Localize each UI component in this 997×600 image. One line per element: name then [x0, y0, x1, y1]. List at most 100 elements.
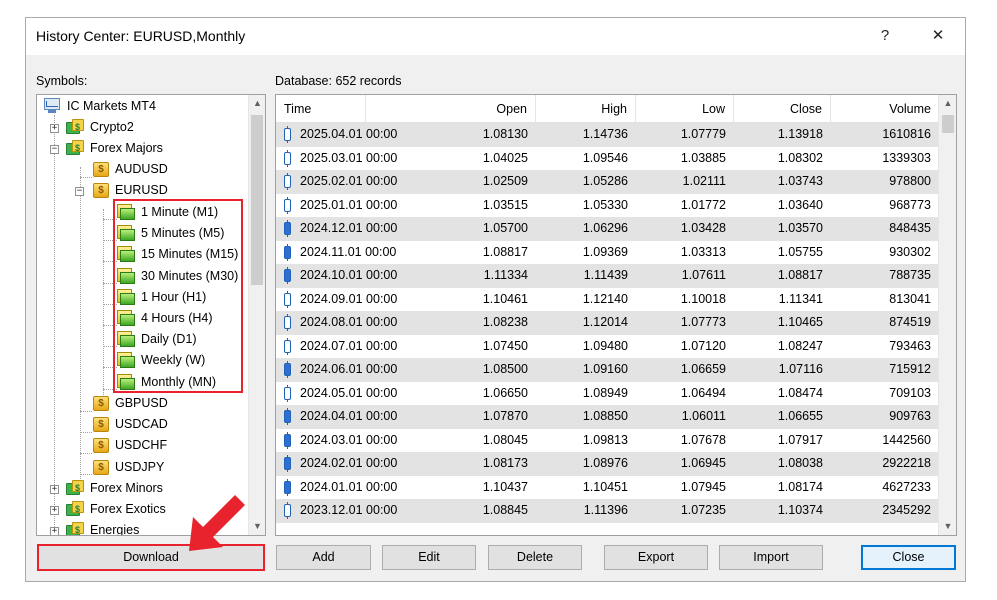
- cell-open: 1.08238: [482, 315, 528, 329]
- tree-group-forex-exotics[interactable]: $ Forex Exotics: [66, 499, 166, 519]
- delete-button[interactable]: Delete: [488, 545, 582, 570]
- expand-crypto2[interactable]: +: [50, 124, 59, 133]
- tree-symbol-eurusd[interactable]: $ EURUSD: [93, 180, 168, 200]
- tree-group-energies[interactable]: $ Energies: [66, 520, 139, 535]
- tree-symbol-gbpusd[interactable]: $ GBPUSD: [93, 393, 168, 413]
- tree-timeframe-h1[interactable]: 1 Hour (H1): [117, 287, 206, 307]
- tree-group-forex-minors[interactable]: $ Forex Minors: [66, 478, 163, 498]
- tree-timeframe-mn[interactable]: Monthly (MN): [117, 372, 216, 392]
- currency-icon: $: [93, 459, 109, 475]
- table-row[interactable]: 2024.11.01 00:00 1.08817 1.09369 1.03313 1.0…: [276, 241, 939, 265]
- tree-group-label: Forex Minors: [90, 481, 163, 495]
- history-table[interactable]: Time Open High Low Close Volume 2025.04.…: [275, 94, 957, 536]
- tree-group-forex-majors[interactable]: $ Forex Majors: [66, 138, 163, 158]
- cell-low: 1.06011: [681, 409, 726, 423]
- cell-low: 1.07945: [680, 479, 726, 494]
- table-row[interactable]: 2024.02.01 00:00 1.08173 1.08976 1.06945 1.0…: [276, 452, 939, 476]
- cell-time: 2024.04.01 00:00: [276, 405, 446, 429]
- cell-open: 1.08045: [482, 432, 528, 447]
- table-row[interactable]: 2024.12.01 00:00 1.05700 1.06296 1.03428 1.0…: [276, 217, 939, 241]
- table-scrollbar[interactable]: ▲ ▼: [938, 95, 956, 535]
- cell-low: 1.03885: [680, 150, 726, 165]
- cell-time: 2024.10.01 00:00: [276, 264, 446, 288]
- table-row[interactable]: 2024.10.01 00:00 1.11334 1.11439 1.07611 1.0…: [276, 264, 939, 288]
- table-row[interactable]: 2024.05.01 00:00 1.06650 1.08949 1.06494 1.0…: [276, 382, 939, 406]
- edit-button[interactable]: Edit: [382, 545, 476, 570]
- tree-timeframe-d1[interactable]: Daily (D1): [117, 329, 197, 349]
- database-label: Database: 652 records: [275, 74, 402, 88]
- tree-timeframe-m1[interactable]: 1 Minute (M1): [117, 202, 218, 222]
- cell-volume: 2922218: [882, 456, 931, 470]
- cell-volume: 715912: [889, 362, 931, 376]
- scroll-thumb[interactable]: [942, 115, 954, 133]
- window-title: History Center: EURUSD,Monthly: [36, 28, 246, 44]
- cell-close: 1.03743: [777, 174, 823, 188]
- cell-high: 1.08976: [582, 456, 628, 470]
- window-close-button[interactable]: ✕: [924, 24, 952, 48]
- bull-candle-icon: [284, 290, 291, 308]
- expand-forex-minors[interactable]: +: [50, 485, 59, 494]
- cell-high: 1.11439: [583, 268, 628, 282]
- close-button[interactable]: Close: [861, 545, 956, 570]
- scroll-up-icon[interactable]: ▲: [249, 95, 265, 112]
- tree-timeframe-m15[interactable]: 15 Minutes (M15): [117, 244, 238, 264]
- cell-time-text: 2025.03.01 00:00: [300, 150, 398, 165]
- tree-symbol-usdchf[interactable]: $ USDCHF: [93, 435, 167, 455]
- import-button[interactable]: Import: [719, 545, 823, 570]
- tree-symbol-usdcad[interactable]: $ USDCAD: [93, 414, 168, 434]
- scroll-thumb[interactable]: [251, 115, 263, 285]
- column-header-close[interactable]: Close: [734, 95, 831, 123]
- table-row[interactable]: 2024.07.01 00:00 1.07450 1.09480 1.07120 1.0…: [276, 335, 939, 359]
- timeframe-label: Monthly (MN): [141, 375, 217, 389]
- export-button[interactable]: Export: [604, 545, 708, 570]
- tree-timeframe-w[interactable]: Weekly (W): [117, 350, 205, 370]
- scroll-down-icon[interactable]: ▼: [939, 518, 956, 535]
- collapse-eurusd[interactable]: −: [75, 187, 84, 196]
- table-row[interactable]: 2024.01.01 00:00 1.10437 1.10451 1.07945 1.0…: [276, 476, 939, 500]
- cell-open: 1.06650: [482, 385, 528, 400]
- help-button[interactable]: ?: [871, 24, 899, 48]
- column-header-low[interactable]: Low: [636, 95, 734, 123]
- table-row[interactable]: 2025.01.01 00:00 1.03515 1.05330 1.01772 1.0…: [276, 194, 939, 218]
- table-row[interactable]: 2024.04.01 00:00 1.07870 1.08850 1.06011 1.0…: [276, 405, 939, 429]
- table-row[interactable]: 2025.03.01 00:00 1.04025 1.09546 1.03885 1.0…: [276, 147, 939, 171]
- cell-open: 1.10437: [482, 479, 528, 494]
- scroll-down-icon[interactable]: ▼: [249, 518, 265, 535]
- cell-time-text: 2023.12.01 00:00: [300, 503, 398, 517]
- table-row[interactable]: 2024.06.01 00:00 1.08500 1.09160 1.06659 1.0…: [276, 358, 939, 382]
- expand-energies[interactable]: +: [50, 527, 59, 535]
- timeframe-label: 1 Minute (M1): [141, 205, 219, 219]
- symbols-tree[interactable]: IC Markets MT4 + $ Crypto2 − $ Forex Maj…: [36, 94, 266, 536]
- timeframe-icon: [117, 374, 135, 390]
- column-header-open[interactable]: Open: [366, 95, 536, 123]
- tree-root[interactable]: IC Markets MT4: [43, 96, 156, 116]
- column-header-time[interactable]: Time: [276, 95, 366, 123]
- column-header-high[interactable]: High: [536, 95, 636, 123]
- cell-time: 2024.01.01 00:00: [276, 476, 446, 500]
- column-header-volume[interactable]: Volume: [831, 95, 939, 123]
- timeframe-icon: [117, 352, 135, 368]
- tree-scrollbar[interactable]: ▲ ▼: [248, 95, 265, 535]
- table-row[interactable]: 2024.03.01 00:00 1.08045 1.09813 1.07678 1.0…: [276, 429, 939, 453]
- tree-symbol-label: AUDUSD: [115, 162, 168, 176]
- tree-symbol-audusd[interactable]: $ AUDUSD: [93, 159, 168, 179]
- cell-close: 1.07917: [777, 432, 823, 447]
- timeframe-icon: [117, 310, 135, 326]
- add-button[interactable]: Add: [276, 545, 371, 570]
- scroll-up-icon[interactable]: ▲: [939, 95, 956, 112]
- cell-high: 1.12014: [582, 315, 628, 329]
- table-row[interactable]: 2024.09.01 00:00 1.10461 1.12140 1.10018 1.1…: [276, 288, 939, 312]
- tree-timeframe-m30[interactable]: 30 Minutes (M30): [117, 266, 238, 286]
- tree-symbol-usdjpy[interactable]: $ USDJPY: [93, 457, 164, 477]
- cell-time-text: 2024.11.01 00:00: [300, 244, 397, 259]
- tree-group-crypto2[interactable]: $ Crypto2: [66, 117, 134, 137]
- table-row[interactable]: 2025.02.01 00:00 1.02509 1.05286 1.02111 1.0…: [276, 170, 939, 194]
- table-row[interactable]: 2025.04.01 00:00 1.08130 1.14736 1.07779 1.1…: [276, 123, 939, 147]
- tree-timeframe-h4[interactable]: 4 Hours (H4): [117, 308, 213, 328]
- tree-timeframe-m5[interactable]: 5 Minutes (M5): [117, 223, 224, 243]
- bear-candle-icon: [284, 431, 291, 449]
- table-row[interactable]: 2023.12.01 00:00 1.08845 1.11396 1.07235 1.1…: [276, 499, 939, 523]
- table-row[interactable]: 2024.08.01 00:00 1.08238 1.12014 1.07773 1.1…: [276, 311, 939, 335]
- collapse-forex-majors[interactable]: −: [50, 145, 59, 154]
- expand-forex-exotics[interactable]: +: [50, 506, 59, 515]
